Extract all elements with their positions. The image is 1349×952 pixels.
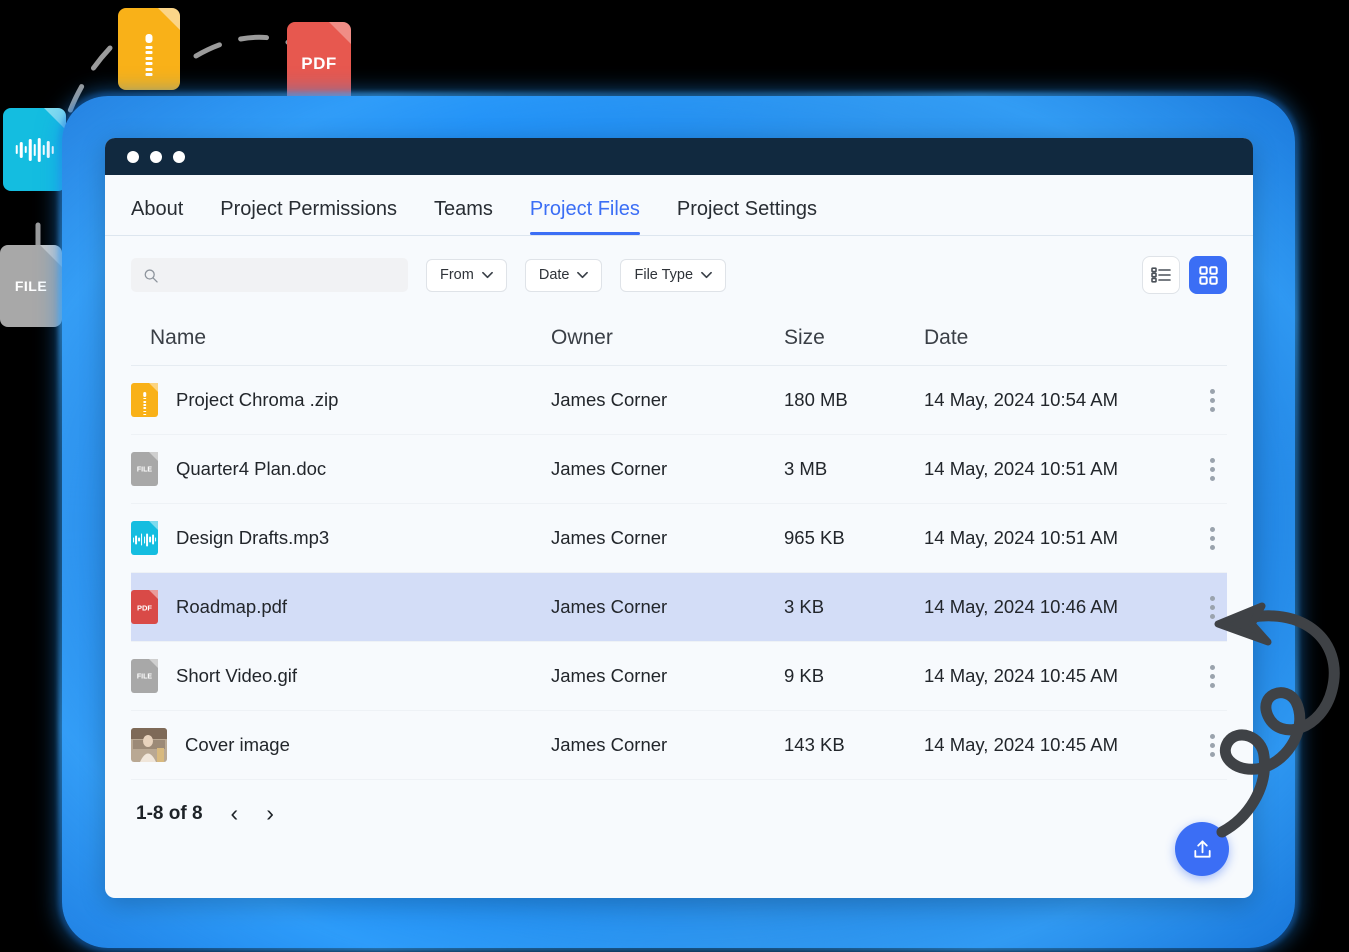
filter-file-type-label: File Type (634, 267, 694, 283)
file-owner: James Corner (551, 527, 668, 548)
floating-zip-file-icon (118, 8, 180, 90)
file-name: Short Video.gif (176, 665, 298, 686)
pagination-prev-button[interactable]: ‹ (231, 802, 239, 825)
chevron-down-icon (481, 271, 493, 279)
table-row[interactable]: Project Chroma .zip James Corner 180 MB 14 … (131, 366, 1227, 435)
file-owner: James Corner (551, 665, 668, 686)
file-date: 14 May, 2024 10:45 AM (924, 734, 1119, 755)
audio-file-icon (131, 521, 158, 555)
file-name: Project Chroma .zip (176, 389, 339, 410)
file-name: Quarter4 Plan.doc (176, 458, 327, 479)
column-header-date: Date (924, 325, 969, 349)
search-input[interactable] (167, 267, 396, 283)
filter-date-label: Date (538, 267, 570, 283)
list-icon (1151, 267, 1171, 283)
file-size: 965 KB (784, 527, 845, 548)
upload-icon (1193, 839, 1211, 858)
floating-generic-file-icon: FILE (0, 245, 62, 327)
window-minimize-dot[interactable] (150, 150, 162, 163)
search-icon (144, 268, 158, 283)
image-thumbnail (131, 728, 167, 762)
filter-from[interactable]: From (426, 258, 507, 292)
zipper-glyph (145, 34, 153, 79)
app-window: About Project Permissions Teams Project … (105, 138, 1253, 898)
tab-project-permissions[interactable]: Project Permissions (220, 198, 397, 235)
kebab-menu-icon[interactable] (1206, 592, 1219, 623)
window-maximize-dot[interactable] (173, 150, 185, 163)
file-name: Roadmap.pdf (176, 596, 288, 617)
file-icon-label: PDF (137, 603, 152, 613)
file-date: 14 May, 2024 10:45 AM (924, 665, 1119, 686)
grid-view-button[interactable] (1189, 256, 1227, 294)
page-root: PDF FILE About Project Permissions Teams… (0, 0, 1349, 952)
file-size: 143 KB (784, 734, 845, 755)
column-header-size: Size (784, 325, 825, 349)
list-view-button[interactable] (1142, 256, 1180, 294)
table-header-row: Name Owner Size Date (131, 310, 1227, 366)
table-row[interactable]: Cover image James Corner 143 KB 14 May, 202… (131, 711, 1227, 780)
column-header-owner: Owner (551, 325, 613, 349)
file-date: 14 May, 2024 10:54 AM (924, 389, 1119, 410)
kebab-menu-icon[interactable] (1206, 523, 1219, 554)
table-row[interactable]: FILE Short Video.gif James Corner 9 KB 14 Ma… (131, 642, 1227, 711)
view-toggle-group (1142, 256, 1227, 294)
file-icon-label: FILE (136, 673, 153, 681)
table-body: Project Chroma .zip James Corner 180 MB 14 … (131, 366, 1227, 780)
file-date: 14 May, 2024 10:46 AM (924, 596, 1119, 617)
upload-button[interactable] (1175, 822, 1229, 876)
pagination-count: 1-8 of 8 (136, 802, 203, 824)
pagination-next-button[interactable]: › (266, 802, 274, 825)
file-owner: James Corner (551, 389, 668, 410)
generic-file-icon: FILE (131, 452, 158, 486)
file-name: Design Drafts.mp3 (176, 527, 330, 548)
tab-project-settings[interactable]: Project Settings (677, 198, 817, 235)
window-close-dot[interactable] (127, 150, 139, 163)
file-icon-label: FILE (136, 466, 153, 474)
grid-icon (1198, 265, 1218, 285)
pagination: 1-8 of 8 ‹ › (105, 780, 1253, 825)
tab-project-files[interactable]: Project Files (529, 198, 640, 235)
file-date: 14 May, 2024 10:51 AM (924, 458, 1119, 479)
floating-audio-file-icon (3, 108, 66, 191)
generic-file-icon: FILE (131, 659, 158, 693)
file-date: 14 May, 2024 10:51 AM (924, 527, 1119, 548)
file-size: 3 KB (784, 596, 825, 617)
zip-file-icon (131, 383, 158, 417)
chevron-down-icon (577, 271, 589, 279)
tab-bar: About Project Permissions Teams Project … (105, 175, 1253, 236)
kebab-menu-icon[interactable] (1206, 730, 1219, 761)
file-owner: James Corner (551, 596, 668, 617)
table-row[interactable]: Design Drafts.mp3 James Corner 965 KB 14 Ma… (131, 504, 1227, 573)
window-titlebar (105, 138, 1253, 175)
filter-from-label: From (440, 267, 474, 283)
file-owner: James Corner (551, 458, 668, 479)
floating-file-label: FILE (14, 278, 48, 294)
file-size: 9 KB (784, 665, 825, 686)
chevron-down-icon (701, 271, 712, 279)
pdf-file-icon: PDF (131, 590, 158, 624)
search-box[interactable] (131, 258, 408, 292)
tab-about[interactable]: About (131, 198, 183, 235)
tab-teams[interactable]: Teams (434, 198, 493, 235)
kebab-menu-icon[interactable] (1206, 661, 1219, 692)
file-owner: James Corner (551, 734, 668, 755)
filter-file-type[interactable]: File Type (620, 258, 727, 292)
filter-date[interactable]: Date (524, 258, 603, 292)
file-name: Cover image (185, 734, 290, 755)
toolbar: From Date File Type (105, 236, 1253, 310)
floating-pdf-label: PDF (301, 54, 337, 73)
files-table: Name Owner Size Date Project Chroma .zip… (105, 310, 1253, 780)
kebab-menu-icon[interactable] (1206, 385, 1219, 416)
kebab-menu-icon[interactable] (1206, 454, 1219, 485)
column-header-name: Name (150, 325, 207, 349)
file-size: 3 MB (784, 458, 828, 479)
table-row[interactable]: PDF Roadmap.pdf James Corner 3 KB 14 May, 20… (131, 573, 1227, 642)
table-row[interactable]: FILE Quarter4 Plan.doc James Corner 3 MB 14 … (131, 435, 1227, 504)
file-size: 180 MB (784, 389, 848, 410)
waveform-glyph (15, 137, 54, 162)
